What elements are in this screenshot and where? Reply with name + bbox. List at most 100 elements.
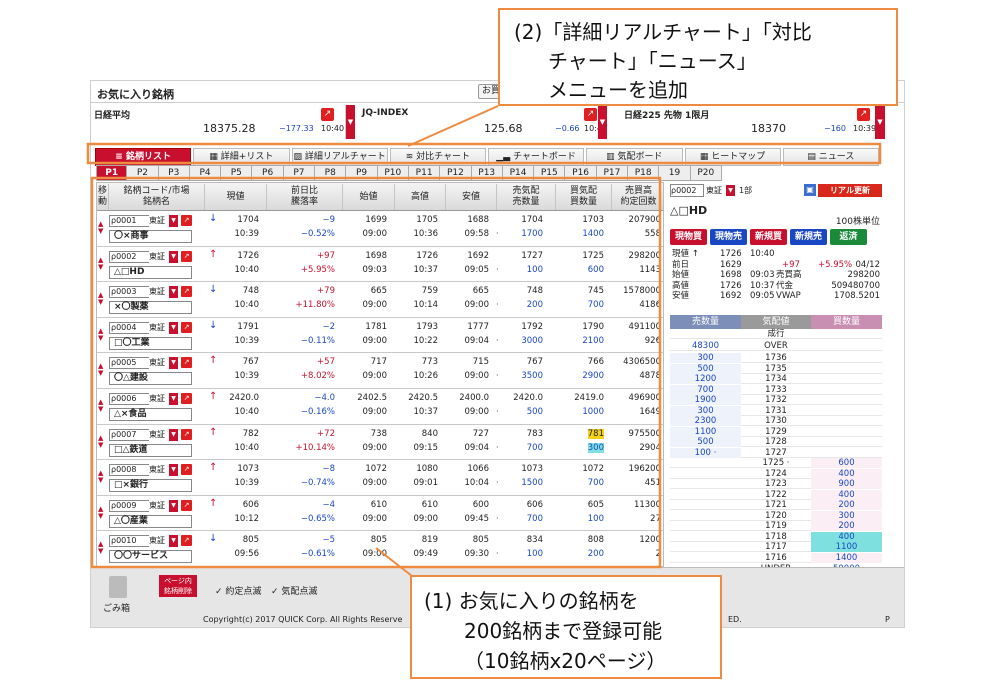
market-select[interactable]: 東証 — [149, 535, 165, 548]
tab-page-20[interactable]: P20 — [690, 165, 722, 181]
book-row-ask[interactable]: 500 1735 — [670, 363, 882, 374]
chevron-down-icon[interactable]: ▼ — [169, 535, 178, 548]
menu-heatmap[interactable]: ▦ ヒートマップ — [684, 148, 781, 166]
chart-icon[interactable]: ↗ — [181, 464, 192, 476]
chart-icon[interactable]: ↗ — [181, 357, 192, 369]
table-row[interactable]: ▲ ▼ ρ0003 東証 ▼ ↗ ×〇製薬 ↓ 748 10:40 +79 +11.80% 665 09:… — [97, 282, 663, 318]
market-select[interactable]: 東証 — [149, 357, 165, 370]
move-handle-icon[interactable]: ▲ ▼ — [98, 541, 103, 555]
trash-icon[interactable] — [109, 576, 127, 598]
chart-icon[interactable]: ↗ — [181, 321, 192, 333]
market-select[interactable]: 東証 — [149, 393, 165, 405]
market-select[interactable]: 東証 — [149, 428, 165, 441]
book-row-ask[interactable]: 1900 1732 — [670, 395, 882, 406]
book-row-ask[interactable]: 1100 1729 — [670, 426, 882, 437]
book-row-bid[interactable]: 1722 400 — [670, 489, 882, 500]
menu-quote-board[interactable]: ▥ 気配ボード — [586, 148, 683, 166]
book-row-bid[interactable]: 1719 200 — [670, 521, 882, 532]
tab-page-12[interactable]: P12 — [440, 165, 472, 181]
book-row-bid[interactable]: 1718 400 — [670, 531, 882, 542]
tab-page-4[interactable]: P4 — [189, 165, 222, 181]
tab-page-13[interactable]: P13 — [471, 165, 503, 181]
table-row[interactable]: ▲ ▼ ρ0009 東証 ▼ ↗ △〇産業 ↑ 606 10:12 −4 −0.65% 610 09:00… — [97, 496, 663, 532]
chevron-down-icon[interactable]: ▼ — [169, 357, 178, 370]
repay-button[interactable]: 返済 — [830, 229, 867, 245]
tab-page-18[interactable]: P18 — [628, 165, 660, 181]
market-select[interactable]: 東証 — [149, 499, 165, 512]
chart-icon[interactable]: ↗ — [321, 108, 334, 121]
market-select[interactable]: 東証 — [149, 250, 165, 263]
index-panel-nikkei[interactable]: 日経平均 18375.28 −177.33 10:40 ↗ ▼ — [91, 105, 355, 139]
menu-stock-list[interactable]: ≡ 銘柄リスト — [95, 148, 192, 166]
cash-sell-button[interactable]: 現物売 — [710, 229, 747, 245]
order-code-input[interactable]: ρ0002 — [670, 184, 704, 197]
chart-icon[interactable]: ↗ — [857, 108, 870, 121]
chart-icon[interactable]: ↗ — [181, 250, 192, 262]
order-toolbar-icons[interactable]: リアル更新 — [818, 184, 882, 197]
market-select[interactable]: 東証 — [149, 321, 165, 334]
book-row-bid[interactable]: 1721 200 — [670, 500, 882, 511]
table-row[interactable]: ▲ ▼ ρ0008 東証 ▼ ↗ □×銀行 ↑ 1073 10:39 −8 −0.74% 1072 09:… — [97, 460, 663, 496]
tab-page-19[interactable]: 19 — [659, 165, 691, 181]
book-row-market[interactable]: 成行 — [670, 329, 882, 340]
move-handle-icon[interactable]: ▲ ▼ — [98, 363, 103, 377]
stock-name[interactable]: □△鉄道 — [109, 443, 192, 457]
index-panel-futures[interactable]: 日経225 先物 1限月 18370 −160 10:39 ↗ — [621, 105, 883, 139]
menu-chart-board[interactable]: ▁▃ チャートボード — [488, 148, 585, 166]
table-row[interactable]: ▲ ▼ ρ0001 東証 ▼ ↗ 〇×商事 ↓ 1704 10:39 −9 −0.52% 1699 09:… — [97, 211, 663, 247]
chart-icon[interactable]: ↗ — [181, 215, 192, 226]
book-row-bid[interactable]: 1725 · 600 — [670, 458, 882, 469]
chevron-down-icon[interactable]: ▼ — [169, 428, 178, 441]
tab-page-17[interactable]: P17 — [596, 165, 629, 181]
chevron-down-icon[interactable]: ▼ — [169, 464, 178, 477]
tab-page-14[interactable]: P14 — [502, 165, 535, 181]
stock-name[interactable]: 〇×商事 — [109, 230, 192, 243]
book-row-bid[interactable]: 1724 400 — [670, 468, 882, 479]
tab-page-2[interactable]: P2 — [127, 165, 159, 181]
chevron-down-icon[interactable]: ▼ — [726, 185, 735, 196]
tab-page-16[interactable]: P16 — [565, 165, 597, 181]
chart-icon[interactable]: ↗ — [181, 499, 192, 511]
chevron-down-icon[interactable]: ▼ — [169, 393, 178, 405]
table-row[interactable]: ▲ ▼ ρ0010 東証 ▼ ↗ 〇〇サービス ↓ 805 09:56 −5 −0.61% 805 09:… — [97, 531, 663, 566]
stock-name[interactable]: 〇〇サービス — [109, 550, 192, 564]
stock-name[interactable]: △〇産業 — [109, 514, 192, 528]
chart-icon[interactable]: ↗ — [181, 535, 192, 547]
cash-buy-button[interactable]: 現物買 — [670, 229, 707, 245]
tab-page-15[interactable]: P15 — [534, 165, 566, 181]
stock-name[interactable]: □×銀行 — [109, 479, 192, 493]
move-handle-icon[interactable]: ▲ ▼ — [98, 434, 103, 449]
chevron-down-icon[interactable]: ▼ — [598, 105, 607, 139]
move-handle-icon[interactable]: ▲ ▼ — [98, 256, 103, 271]
market-select[interactable]: 東証 — [149, 215, 165, 227]
margin-sell-button[interactable]: 新規売 — [790, 229, 827, 245]
menu-detail-list[interactable]: ▦ 詳細+リスト — [193, 148, 290, 166]
tab-page-6[interactable]: P6 — [252, 165, 284, 181]
book-row-ask[interactable]: 1200 1734 — [670, 374, 882, 385]
book-row-bid[interactable]: 1716 1400 — [670, 552, 882, 563]
chart-icon[interactable]: ↗ — [181, 428, 192, 440]
tab-page-9[interactable]: P9 — [346, 165, 378, 181]
move-handle-icon[interactable]: ▲ ▼ — [98, 292, 103, 306]
chevron-down-icon[interactable]: ▼ — [169, 321, 178, 334]
table-row[interactable]: ▲ ▼ ρ0002 東証 ▼ ↗ △□HD ↑ 1726 10:40 +97 +5.95% 1698 09… — [97, 247, 663, 283]
stock-name[interactable]: △□HD — [109, 265, 192, 279]
market-select[interactable]: 東証 — [149, 464, 165, 477]
chevron-down-icon[interactable]: ▼ — [169, 499, 178, 512]
move-handle-icon[interactable]: ▲ ▼ — [98, 399, 103, 413]
move-handle-icon[interactable]: ▲ ▼ — [98, 221, 103, 235]
tab-page-11[interactable]: P11 — [408, 165, 441, 181]
menu-news[interactable]: ▤ ニュース — [782, 148, 879, 166]
book-row-bid[interactable]: 1717 1100 — [670, 542, 882, 553]
chart-icon[interactable]: ↗ — [181, 286, 192, 298]
market-select[interactable]: 東証 — [149, 286, 165, 299]
book-row-bid[interactable]: 1720 300 — [670, 510, 882, 521]
chevron-down-icon[interactable]: ▼ — [346, 105, 355, 139]
stock-name[interactable]: 〇△建設 — [109, 372, 192, 386]
stock-name[interactable]: △×食品 — [109, 408, 192, 421]
chart-icon[interactable]: ↗ — [584, 108, 597, 121]
order-market[interactable]: 東証 — [706, 185, 722, 196]
stock-name[interactable]: □〇工業 — [109, 336, 192, 350]
chevron-down-icon[interactable]: ▼ — [875, 105, 885, 139]
tab-page-10[interactable]: P10 — [377, 165, 409, 181]
